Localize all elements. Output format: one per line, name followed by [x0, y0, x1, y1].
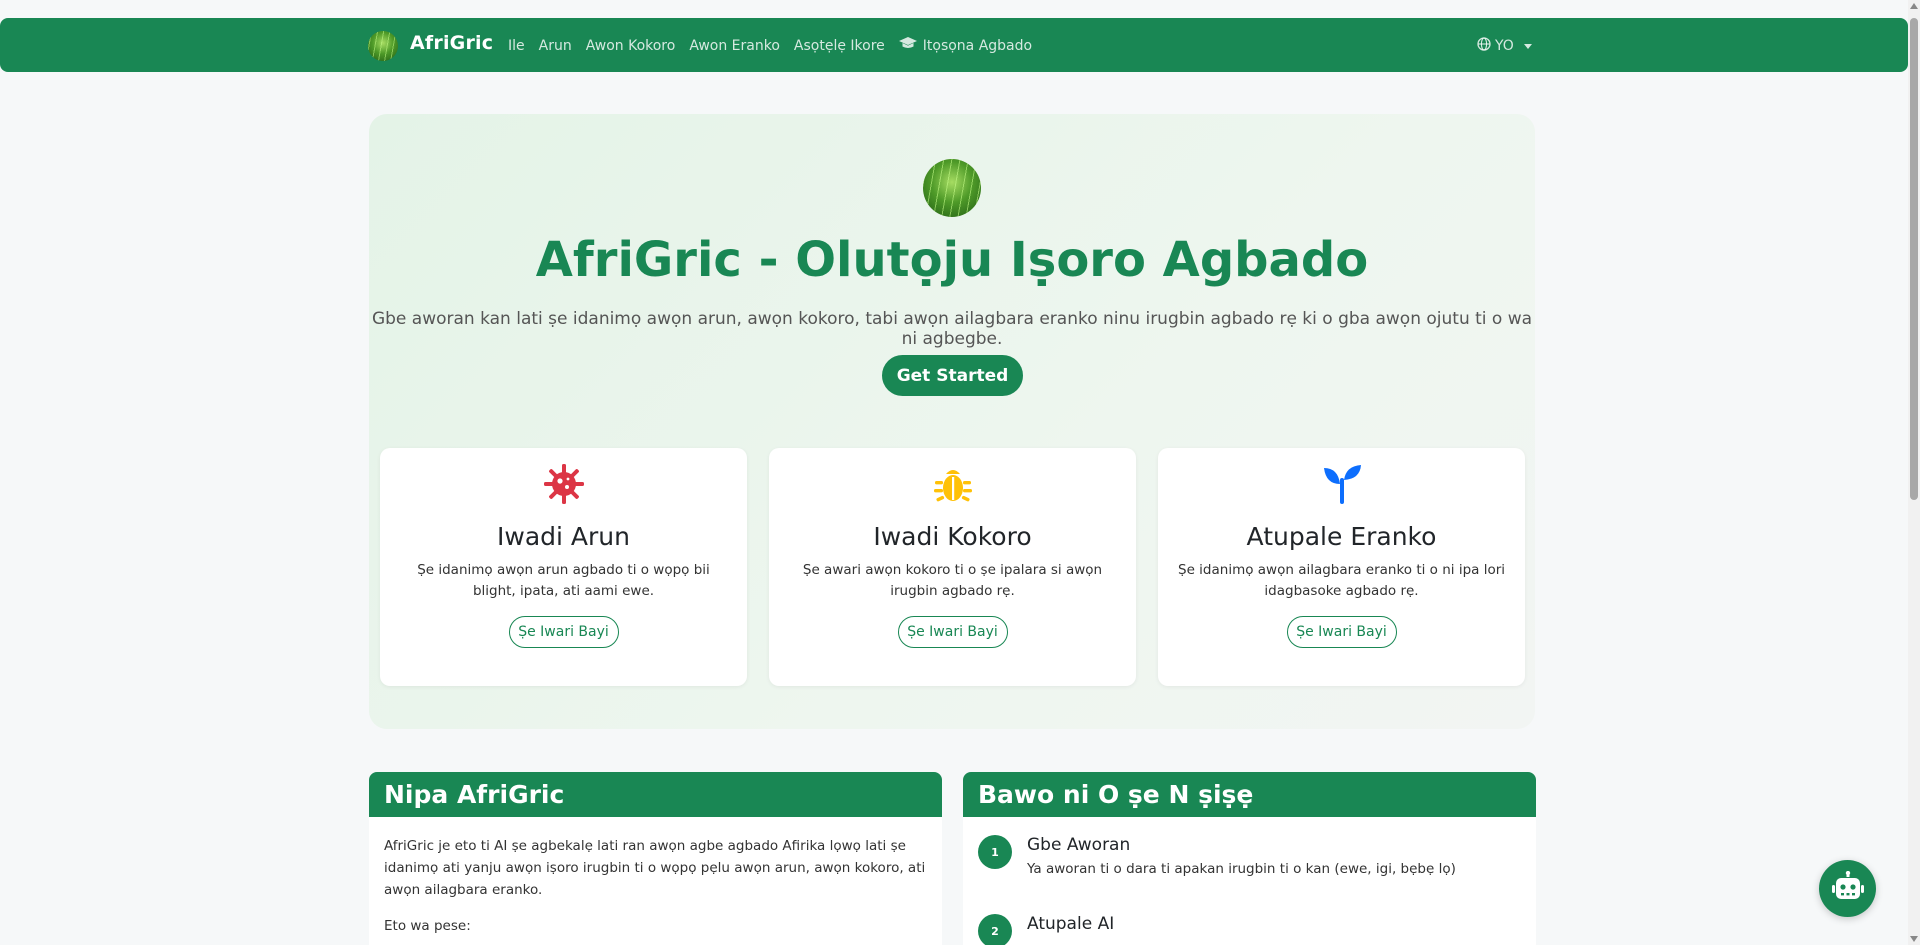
scroll-up-arrow-icon[interactable]: [1910, 3, 1918, 9]
get-started-button[interactable]: Get Started: [882, 355, 1023, 396]
virus-icon: [542, 462, 586, 510]
brand-name[interactable]: AfriGric: [410, 32, 493, 54]
step-number: 2: [978, 914, 1012, 945]
navbar: AfriGric Ile Arun Awon Kokoro Awon Erank…: [0, 18, 1908, 72]
about-panel: Nipa AfriGric AfriGric je eto ti AI ṣe a…: [369, 772, 942, 945]
how-it-works-title: Bawo ni O ṣe N ṣiṣẹ: [963, 772, 1536, 817]
chevron-down-icon: [1523, 43, 1532, 49]
hero-subtitle: Gbe aworan kan lati ṣe idanimọ awọn arun…: [371, 309, 1533, 349]
step-title: Atupale AI: [1027, 914, 1115, 934]
feature-cards: Iwadi Arun Ṣe idanimọ awọn arun agbado t…: [380, 448, 1525, 686]
card-title: Iwadi Arun: [497, 522, 630, 551]
scrollbar[interactable]: [1908, 0, 1920, 945]
detect-now-button[interactable]: Ṣe Iwari Bayi: [897, 616, 1008, 648]
nav-item-diseases[interactable]: Arun: [539, 37, 572, 54]
step-item: 2 Atupale AI: [978, 914, 1114, 945]
detect-now-button[interactable]: Ṣe Iwari Bayi: [508, 616, 619, 648]
about-title: Nipa AfriGric: [369, 772, 942, 817]
card-title: Atupale Eranko: [1246, 522, 1437, 551]
nav-item-maize-guide-label: Itọsọna Agbado: [922, 37, 1033, 54]
nav-item-yield-prediction[interactable]: Asọtẹlẹ Ikore: [794, 37, 885, 54]
card-description: Ṣe idanimọ awọn arun agbado ti o wọpọ bi…: [417, 562, 710, 599]
scroll-down-arrow-icon[interactable]: [1910, 936, 1918, 942]
nav-items: Ile Arun Awon Kokoro Awon Eranko Asọtẹlẹ…: [508, 37, 1046, 54]
brand-logo[interactable]: [368, 31, 398, 61]
step-number: 1: [978, 835, 1012, 869]
sprout-icon: [1320, 462, 1364, 510]
nav-item-nutrients[interactable]: Awon Eranko: [689, 37, 780, 54]
card-title: Iwadi Kokoro: [873, 522, 1032, 551]
language-dropdown[interactable]: YO: [1477, 37, 1532, 55]
card-description: Ṣe idanimọ awọn ailagbara eranko ti o ni…: [1178, 562, 1506, 599]
card-pest-detection: Iwadi Kokoro Ṣe awari awọn kokoro ti o ṣ…: [769, 448, 1136, 686]
chatbot-button[interactable]: [1819, 860, 1876, 917]
graduation-cap-icon: [898, 37, 917, 54]
nav-item-pests[interactable]: Awon Kokoro: [586, 37, 676, 54]
how-it-works-panel: Bawo ni O ṣe N ṣiṣẹ 1 Gbe Aworan Ya awor…: [963, 772, 1536, 945]
step-item: 1 Gbe Aworan Ya aworan ti o dara ti apak…: [978, 835, 1456, 877]
about-description: AfriGric je eto ti AI ṣe agbekalẹ lati r…: [384, 838, 926, 898]
nav-item-home[interactable]: Ile: [508, 37, 525, 54]
card-disease-detection: Iwadi Arun Ṣe idanimọ awọn arun agbado t…: [380, 448, 747, 686]
language-label: YO: [1495, 38, 1514, 54]
step-description: Ya aworan ti o dara ti apakan irugbin ti…: [1027, 861, 1456, 877]
robot-icon: [1831, 870, 1865, 907]
globe-icon: [1477, 37, 1491, 55]
card-nutrient-analysis: Atupale Eranko Ṣe idanimọ awọn ailagbara…: [1158, 448, 1525, 686]
detect-now-button[interactable]: Ṣe Iwari Bayi: [1286, 616, 1397, 648]
nav-item-maize-guide[interactable]: Itọsọna Agbado: [898, 37, 1033, 54]
scrollbar-thumb[interactable]: [1910, 18, 1918, 500]
bug-icon: [931, 462, 975, 510]
hero-logo: [923, 159, 981, 217]
card-description: Ṣe awari awọn kokoro ti o ṣe ipalara si …: [802, 562, 1103, 599]
about-offers-label: Eto wa pese:: [384, 918, 471, 934]
hero-section: AfriGric - Olutọju Iṣoro Agbado Gbe awor…: [369, 114, 1535, 729]
step-title: Gbe Aworan: [1027, 835, 1131, 855]
hero-title: AfriGric - Olutọju Iṣoro Agbado: [535, 232, 1369, 288]
